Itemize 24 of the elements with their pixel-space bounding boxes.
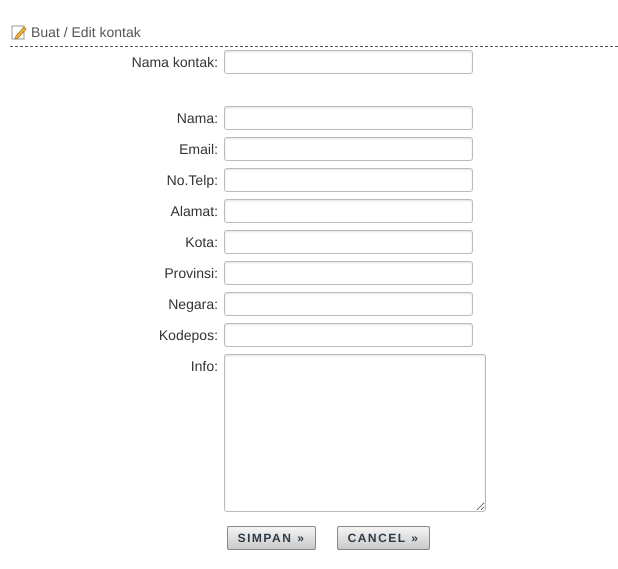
cancel-button[interactable]: CANCEL » (337, 526, 430, 550)
field-label: Nama kontak: (130, 53, 218, 72)
input-field[interactable] (224, 168, 473, 192)
input-field[interactable] (224, 230, 473, 254)
input-field[interactable] (224, 323, 473, 347)
input-field[interactable] (224, 137, 473, 161)
field-label: Negara: (167, 295, 218, 314)
pencil-icon (11, 24, 27, 40)
input-field[interactable] (224, 199, 473, 223)
field-label: Kota: (184, 233, 218, 252)
field-label: Alamat: (170, 202, 218, 221)
text-area[interactable] (224, 354, 486, 512)
input-field[interactable] (224, 292, 473, 316)
form-title: Buat / Edit kontak (31, 24, 141, 40)
input-field[interactable] (224, 106, 473, 130)
input-field[interactable] (224, 50, 473, 74)
field-label: No.Telp: (166, 171, 218, 190)
field-label: Info: (190, 357, 218, 376)
field-label: Email: (178, 140, 218, 159)
field-label: Kodepos: (158, 326, 218, 345)
field-label: Nama: (176, 109, 218, 128)
field-label: Provinsi: (163, 264, 218, 283)
save-button[interactable]: SIMPAN » (227, 526, 316, 550)
input-field[interactable] (224, 261, 473, 285)
